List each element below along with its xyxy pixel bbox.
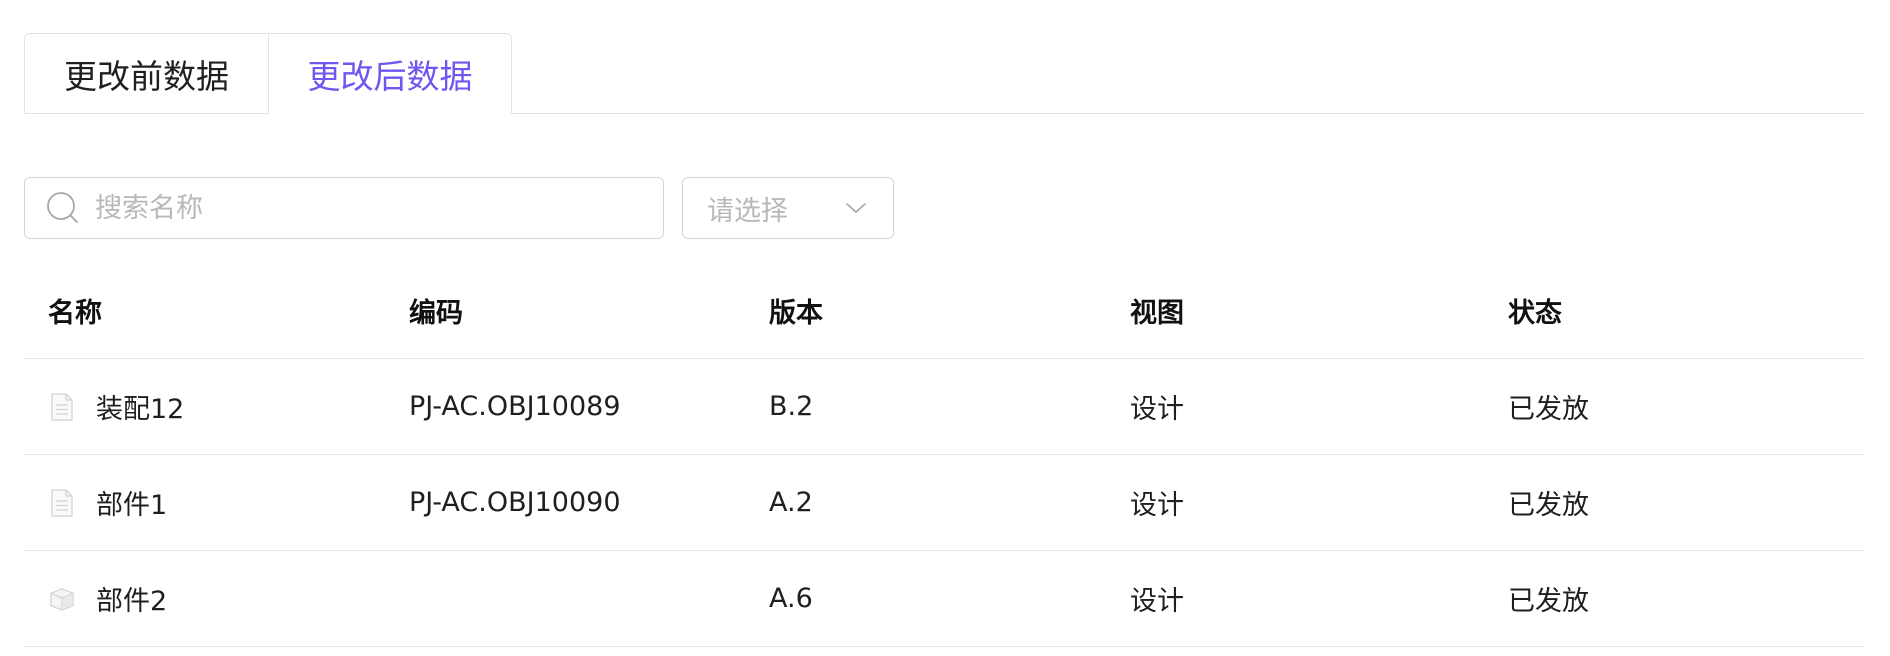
row-name: 装配12 bbox=[96, 394, 185, 425]
column-header-view[interactable]: 视图 bbox=[1130, 262, 1184, 358]
cell-status: 已发放 bbox=[1508, 394, 1589, 425]
cell-version: A.6 bbox=[769, 583, 813, 614]
cell-name: 部件2 bbox=[48, 551, 167, 646]
tab-bar: 更改前数据 更改后数据 bbox=[24, 33, 1864, 114]
row-name: 部件1 bbox=[96, 490, 168, 521]
cell-view: 设计 bbox=[1130, 586, 1184, 617]
column-header-code[interactable]: 编码 bbox=[409, 262, 463, 358]
cell-code: PJ-AC.OBJ10090 bbox=[409, 487, 621, 518]
table-row[interactable]: 装配12 PJ-AC.OBJ10089 B.2 设计 已发放 bbox=[24, 359, 1864, 455]
table-header: 名称 编码 版本 视图 状态 bbox=[24, 262, 1864, 359]
cell-status: 已发放 bbox=[1508, 586, 1589, 617]
cell-version: A.2 bbox=[769, 487, 813, 518]
search-field[interactable] bbox=[24, 177, 664, 239]
tab-label: 更改后数据 bbox=[307, 56, 473, 96]
select-placeholder: 请选择 bbox=[707, 195, 788, 227]
search-icon bbox=[45, 190, 81, 226]
cell-code: PJ-AC.OBJ10089 bbox=[409, 391, 621, 422]
table-row[interactable]: 部件1 PJ-AC.OBJ10090 A.2 设计 已发放 bbox=[24, 455, 1864, 551]
cell-view: 设计 bbox=[1130, 490, 1184, 521]
cell-name: 装配12 bbox=[48, 359, 184, 454]
tab-label: 更改前数据 bbox=[64, 56, 229, 96]
cube-icon bbox=[48, 585, 76, 613]
column-header-status[interactable]: 状态 bbox=[1508, 262, 1562, 358]
filter-select[interactable]: 请选择 bbox=[682, 177, 894, 239]
cell-name: 部件1 bbox=[48, 455, 167, 550]
tab-after-change[interactable]: 更改后数据 bbox=[268, 33, 512, 114]
column-header-name[interactable]: 名称 bbox=[48, 262, 102, 358]
search-input[interactable] bbox=[93, 191, 637, 225]
cell-version: B.2 bbox=[769, 391, 814, 422]
tab-before-change[interactable]: 更改前数据 bbox=[24, 33, 268, 114]
table-row[interactable]: 部件2 A.6 设计 已发放 bbox=[24, 551, 1864, 647]
column-header-version[interactable]: 版本 bbox=[769, 262, 823, 358]
document-icon bbox=[48, 392, 76, 421]
chevron-down-icon bbox=[843, 195, 869, 221]
cell-status: 已发放 bbox=[1508, 490, 1589, 521]
row-name: 部件2 bbox=[96, 586, 168, 617]
cell-view: 设计 bbox=[1130, 394, 1184, 425]
document-icon bbox=[48, 488, 76, 517]
data-table: 名称 编码 版本 视图 状态 装配12 PJ-AC.OBJ10089 B.2 设… bbox=[24, 262, 1864, 647]
